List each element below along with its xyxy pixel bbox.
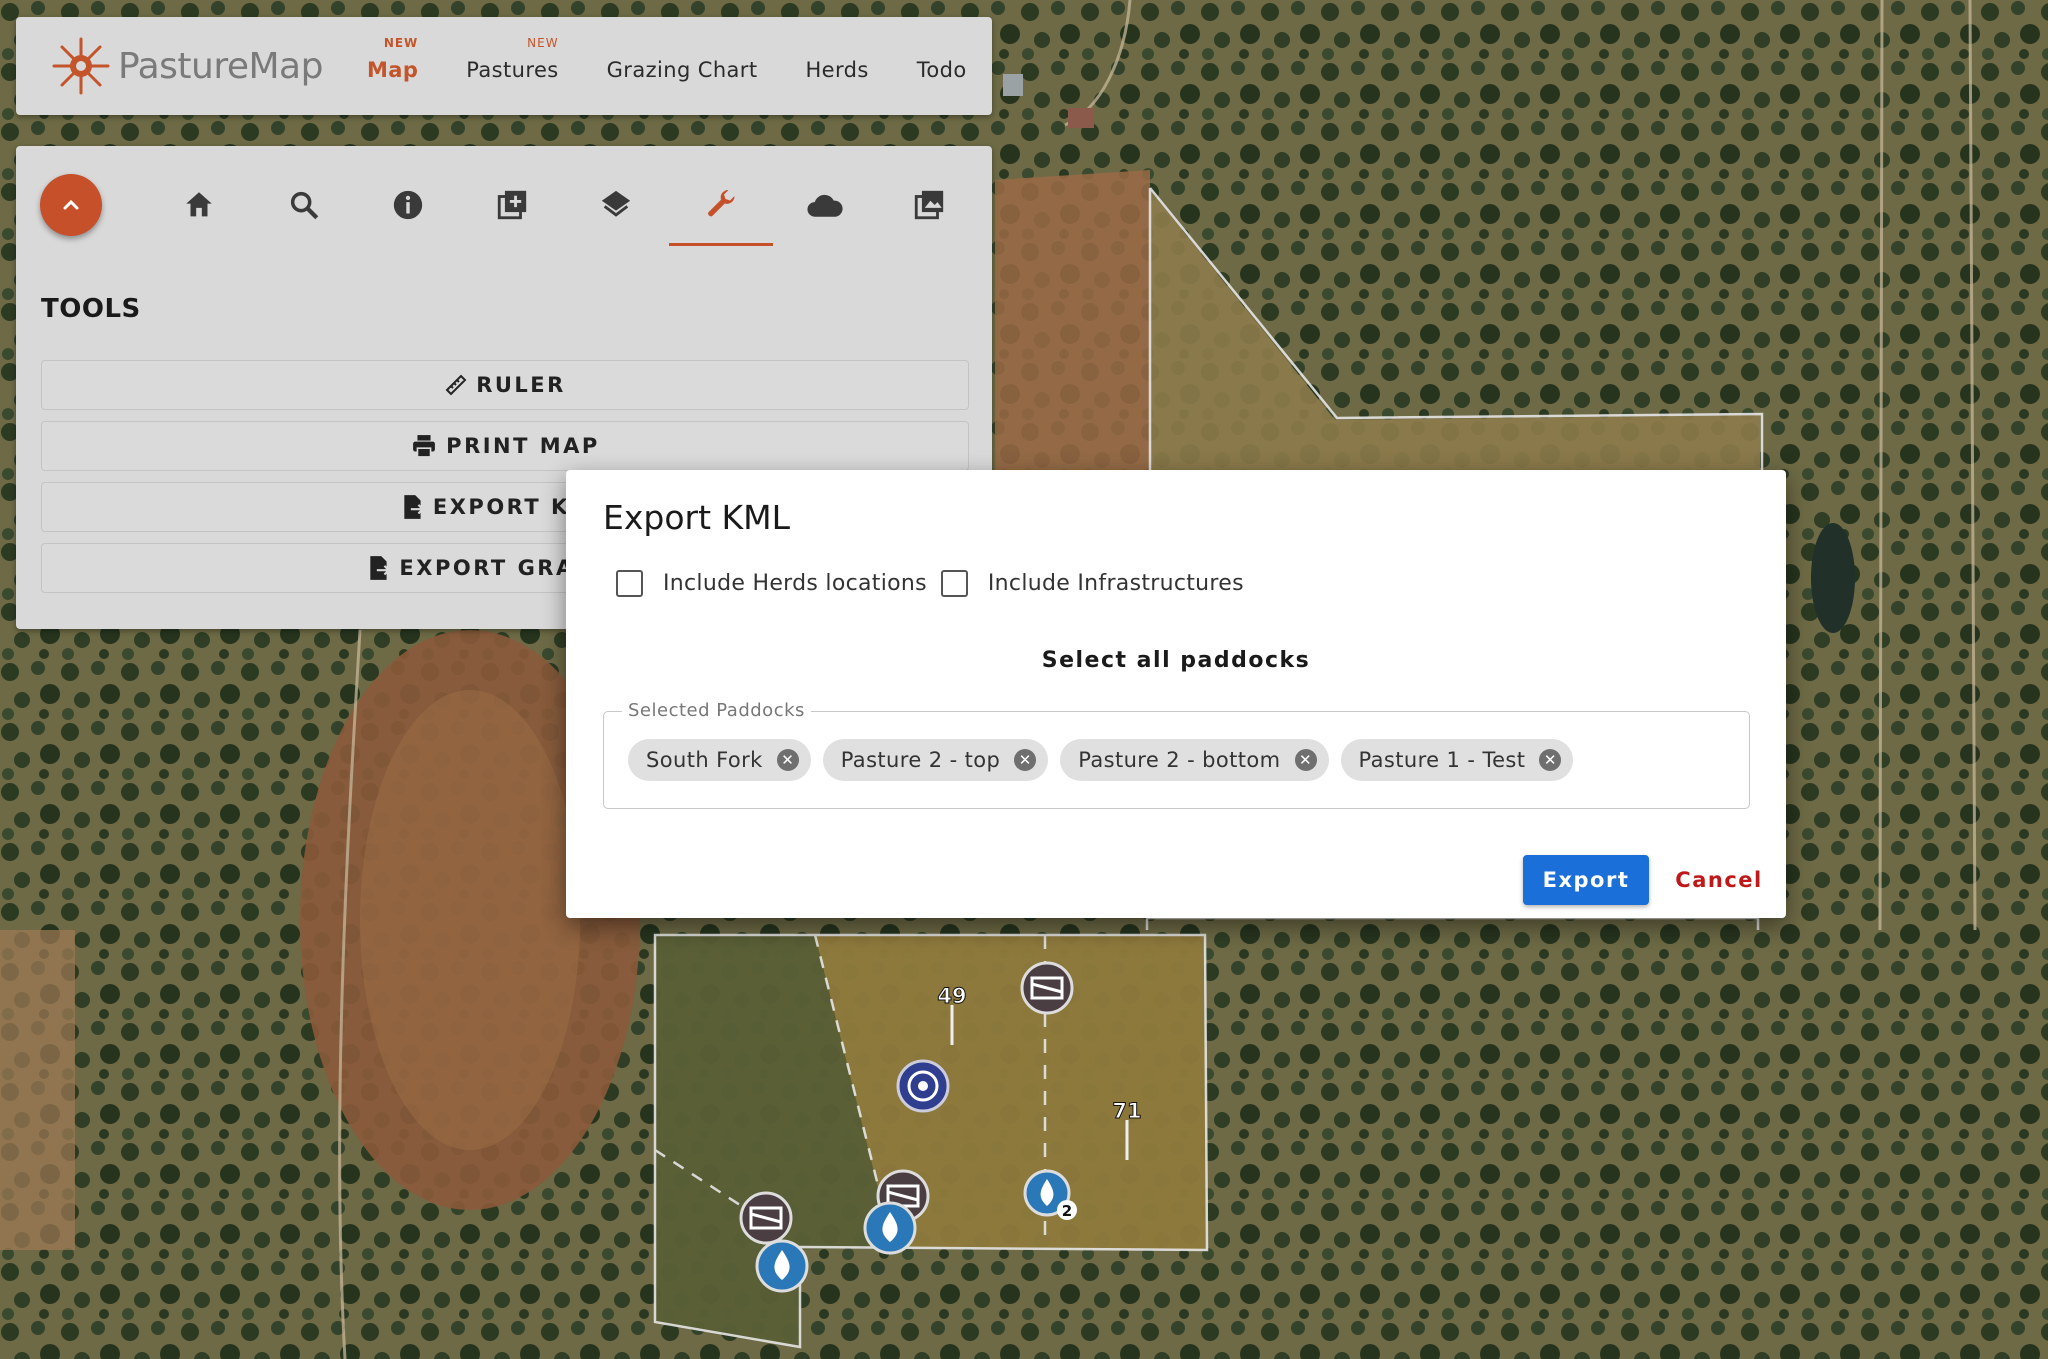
include-infrastructures-label[interactable]: Include Infrastructures [988,571,1244,596]
layers-button[interactable] [564,174,668,236]
ruler-icon [445,374,467,396]
include-herds-checkbox[interactable] [616,570,643,597]
include-infrastructures-checkbox[interactable] [940,570,968,597]
new-badge: NEW [383,36,419,50]
options-row: Include Herds locations Include Infrastr… [616,570,1258,597]
wrench-icon [708,189,735,217]
nav-todo[interactable]: Todo [917,50,967,82]
info-icon [393,190,423,220]
chevron-up-icon [63,199,79,210]
new-badge: NEW [527,36,559,50]
add-layer-icon [497,190,527,220]
export-button[interactable]: Export [1523,855,1649,905]
add-layer-button[interactable] [460,174,564,236]
nav-herds-label: Herds [805,58,869,82]
water-count-label: 2 [1062,1202,1072,1220]
brand-name: PastureMap [118,45,323,87]
printer-icon [413,435,436,458]
nav-map[interactable]: NEW Map [366,36,419,82]
collapse-button[interactable] [40,174,102,236]
paddock-chip-label: Pasture 1 - Test [1358,748,1526,772]
nav-todo-label: Todo [916,58,967,82]
gate-marker[interactable] [1020,961,1074,1015]
paddock-chip-label: Pasture 2 - top [840,748,1001,772]
search-button[interactable] [252,174,356,236]
brand-logo[interactable]: PastureMap [50,35,323,97]
home-button[interactable] [147,174,251,236]
cloud-icon [807,194,843,217]
remove-chip-icon[interactable]: ✕ [1014,749,1037,771]
panel-toolbar [16,146,992,258]
weather-button[interactable] [773,174,877,236]
water-marker[interactable] [755,1239,809,1293]
select-all-paddocks-button[interactable]: Select all paddocks [566,648,1786,673]
paddock-chip: Pasture 2 - bottom ✕ [1060,739,1329,781]
paddock-chip: Pasture 2 - top ✕ [822,739,1049,781]
home-icon [186,192,212,217]
remove-chip-icon[interactable]: ✕ [1539,749,1562,771]
nav-grazing-chart[interactable]: Grazing Chart [607,50,758,82]
gallery-button[interactable] [877,174,981,236]
remove-chip-icon[interactable]: ✕ [1294,749,1317,771]
nav-pastures-label: Pastures [466,58,559,82]
paddock-chip: South Fork ✕ [628,739,811,781]
top-navigation: PastureMap NEW Map NEW Pastures Grazing … [16,17,992,115]
include-herds-label[interactable]: Include Herds locations [663,571,927,596]
layers-icon [601,190,631,217]
info-button[interactable] [356,174,460,236]
water-marker[interactable] [863,1201,917,1255]
ruler-button[interactable]: RULER [41,360,969,410]
tools-button[interactable] [669,174,773,246]
nav-pastures[interactable]: NEW Pastures [466,36,559,82]
export-kml-dialog: Export KML Include Herds locations Inclu… [566,470,1786,918]
image-icon [914,190,944,220]
paddock-chip: Pasture 1 - Test ✕ [1340,739,1574,781]
nav-map-label: Map [366,58,419,82]
export-file-icon [404,495,425,519]
herd-count-label: 49 [937,984,966,1008]
nav-herds[interactable]: Herds [805,50,868,82]
nav-grazing-chart-label: Grazing Chart [606,58,758,82]
target-marker[interactable] [896,1059,950,1113]
selected-paddocks-label: Selected Paddocks [622,700,811,721]
selected-paddocks-field[interactable]: Selected Paddocks South Fork ✕ Pasture 2… [603,700,1750,809]
gate-marker[interactable] [739,1191,793,1245]
print-map-label: PRINT MAP [446,434,600,458]
dialog-title: Export KML [603,498,791,537]
remove-chip-icon[interactable]: ✕ [776,749,799,771]
print-map-button[interactable]: PRINT MAP [41,421,969,471]
select-all-label[interactable]: Select all paddocks [1042,648,1311,673]
cancel-button[interactable]: Cancel [1664,855,1774,905]
ruler-label: RULER [476,373,566,397]
tools-heading: TOOLS [41,294,141,324]
export-file-icon [370,556,391,580]
sun-logo-icon [52,37,110,95]
herd-count-label: 71 [1112,1099,1141,1123]
search-icon [290,191,319,220]
paddock-chip-label: South Fork [646,748,763,772]
paddock-chip-label: Pasture 2 - bottom [1078,748,1281,772]
paddock-chips: South Fork ✕ Pasture 2 - top ✕ Pasture 2… [628,739,1585,781]
